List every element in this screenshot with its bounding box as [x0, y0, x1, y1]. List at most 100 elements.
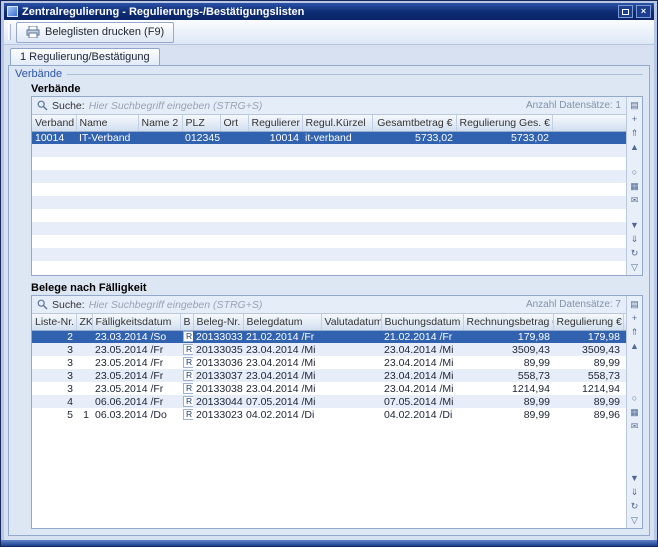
column-chooser-icon[interactable]: ▤: [628, 99, 641, 111]
app-window: Zentralregulierung - Regulierungs-/Bestä…: [0, 0, 658, 547]
status-badge: R: [183, 409, 193, 420]
window-title: Zentralregulierung - Regulierungs-/Bestä…: [22, 6, 614, 18]
scroll-down-icon[interactable]: ▼: [628, 219, 641, 231]
group-caption: Verbände: [15, 68, 62, 80]
mail-icon[interactable]: ✉: [628, 420, 641, 432]
scroll-top-icon[interactable]: ⇑: [628, 127, 641, 139]
column-header-label: ZK: [80, 316, 93, 328]
table-row[interactable]: 323.05.2014 /FrR2013303523.04.2014 /Mi23…: [32, 343, 626, 356]
search-icon[interactable]: ○: [628, 392, 641, 404]
empty-row: [32, 196, 626, 209]
column-header-regulierung-ges[interactable]: Regulierung Ges. €: [456, 115, 552, 131]
window-body: 1 Regulierung/Bestätigung Verbände Verbä…: [4, 45, 654, 540]
verbaende-table: Verband Name Name 2 PLZ Ort ReguliererRegul.K…: [32, 115, 626, 261]
column-header-verband[interactable]: Verband: [32, 115, 76, 131]
column-header-gesamtbetrag[interactable]: Gesamtbetrag €: [372, 115, 456, 131]
minimize-button[interactable]: [618, 5, 633, 18]
column-header-b[interactable]: B: [180, 314, 193, 330]
table-row[interactable]: 323.05.2014 /FrR2013303823.04.2014 /Mi23…: [32, 382, 626, 395]
refresh-icon[interactable]: ↻: [628, 247, 641, 259]
scroll-bottom-icon[interactable]: ⇓: [628, 486, 641, 498]
side-toolbar-group-middle: ○ ▦ ✉: [627, 166, 642, 206]
table-row[interactable]: 323.05.2014 /FrR2013303623.04.2014 /Mi23…: [32, 356, 626, 369]
search-input[interactable]: [89, 299, 522, 311]
record-count: Anzahl Datensätze: 7: [526, 299, 621, 310]
column-header-label: PLZ: [186, 117, 205, 129]
verbaende-section-title: Verbände: [31, 83, 643, 95]
scroll-up-icon[interactable]: ▲: [628, 340, 641, 352]
column-header-filler: [552, 115, 626, 131]
column-header-regulierer[interactable]: Regulierer: [248, 115, 302, 131]
scroll-bottom-icon[interactable]: ⇓: [628, 233, 641, 245]
column-header-label: Ort: [224, 117, 239, 129]
add-row-icon[interactable]: +: [628, 113, 641, 125]
column-header-label: Name: [80, 117, 108, 129]
filter-icon[interactable]: ▽: [628, 261, 641, 273]
window-box-icon: [622, 9, 629, 15]
empty-row: [32, 209, 626, 222]
side-toolbar-group-bottom: ▼ ⇓ ↻ ▽: [627, 472, 642, 526]
column-header-label: Gesamtbetrag €: [377, 117, 452, 129]
column-header-label: Liste-Nr.: [35, 316, 74, 328]
refresh-icon[interactable]: ↻: [628, 500, 641, 512]
column-header-name[interactable]: Name: [76, 115, 138, 131]
window-controls: ×: [618, 5, 651, 18]
table-row[interactable]: 406.06.2014 /FrR2013304407.05.2014 /Mi07…: [32, 395, 626, 408]
column-header-rechnungsbetrag[interactable]: Rechnungsbetrag €: [463, 314, 553, 330]
search-icon: [37, 299, 48, 310]
column-header-liste-nr[interactable]: Liste-Nr.▼: [32, 314, 76, 330]
add-row-icon[interactable]: +: [628, 312, 641, 324]
column-header-label: Name 2: [142, 117, 179, 129]
column-header-valutadatum[interactable]: Valutadatum: [321, 314, 381, 330]
belege-section: Belege nach Fälligkeit Suche:: [31, 280, 643, 529]
grid-empty-area: [32, 421, 626, 528]
column-header-zk[interactable]: ZK: [76, 314, 92, 330]
search-input[interactable]: [89, 100, 522, 112]
print-lists-button[interactable]: Beleglisten drucken (F9): [16, 22, 174, 43]
tab-regulierung-bestaetigung[interactable]: 1 Regulierung/Bestätigung: [10, 48, 160, 65]
title-bar: Zentralregulierung - Regulierungs-/Bestä…: [4, 3, 654, 20]
scroll-top-icon[interactable]: ⇑: [628, 326, 641, 338]
export-icon[interactable]: ▦: [628, 180, 641, 192]
status-badge: R: [183, 357, 193, 368]
column-header-beleg-nr[interactable]: Beleg-Nr.: [193, 314, 243, 330]
tab-page: Verbände Verbände: [8, 65, 650, 536]
column-header-f-lligkeitsdatum[interactable]: Fälligkeitsdatum: [92, 314, 180, 330]
table-row[interactable]: 323.05.2014 /FrR2013303723.04.2014 /Mi23…: [32, 369, 626, 382]
scroll-down-icon[interactable]: ▼: [628, 472, 641, 484]
table-row[interactable]: 5106.03.2014 /DoR2013302304.02.2014 /Di0…: [32, 408, 626, 421]
empty-row: [32, 170, 626, 183]
group-box-header: Verbände: [15, 67, 643, 81]
mail-icon[interactable]: ✉: [628, 194, 641, 206]
search-icon[interactable]: ○: [628, 166, 641, 178]
side-toolbar-group-top: ▤ + ⇑ ▲: [627, 99, 642, 153]
column-header-label: Belegdatum: [247, 316, 303, 328]
column-header-plz[interactable]: PLZ: [182, 115, 220, 131]
column-header-ort[interactable]: Ort: [220, 115, 248, 131]
printer-icon: [26, 26, 40, 38]
column-header-belegdatum[interactable]: Belegdatum: [243, 314, 321, 330]
export-icon[interactable]: ▦: [628, 406, 641, 418]
status-badge: R: [183, 370, 193, 381]
column-header-label: Beleg-Nr.: [197, 316, 241, 328]
column-header-regul-k-rzel[interactable]: Regul.Kürzel: [302, 115, 372, 131]
column-header-buchungsdatum[interactable]: Buchungsdatum: [381, 314, 463, 330]
app-icon: [7, 6, 18, 17]
scroll-up-icon[interactable]: ▲: [628, 141, 641, 153]
verbaende-side-toolbar: ▤ + ⇑ ▲ ○ ▦ ✉ ▼ ⇓ ↻ ▽: [626, 97, 642, 275]
column-header-name-2[interactable]: Name 2: [138, 115, 182, 131]
empty-row: [32, 183, 626, 196]
filter-icon[interactable]: ▽: [628, 514, 641, 526]
close-button[interactable]: ×: [636, 5, 651, 18]
record-count: Anzahl Datensätze: 1: [526, 100, 621, 111]
table-row[interactable]: 223.03.2014 /SoR2013303321.02.2014 /Fr21…: [32, 330, 626, 343]
side-toolbar-group-bottom: ▼ ⇓ ↻ ▽: [627, 219, 642, 273]
column-header-regulierung[interactable]: Regulierung €: [553, 314, 623, 330]
grid-header-row: Verband Name Name 2 PLZ Ort ReguliererRegul.K…: [32, 115, 626, 131]
column-header-label: Verband: [35, 117, 74, 129]
column-header-label: Regulierung Ges. €: [460, 117, 550, 129]
table-row[interactable]: 10014IT-Verband01234510014it-verband5733…: [32, 131, 626, 144]
belege-section-title: Belege nach Fälligkeit: [31, 282, 643, 294]
empty-row: [32, 248, 626, 261]
column-chooser-icon[interactable]: ▤: [628, 298, 641, 310]
